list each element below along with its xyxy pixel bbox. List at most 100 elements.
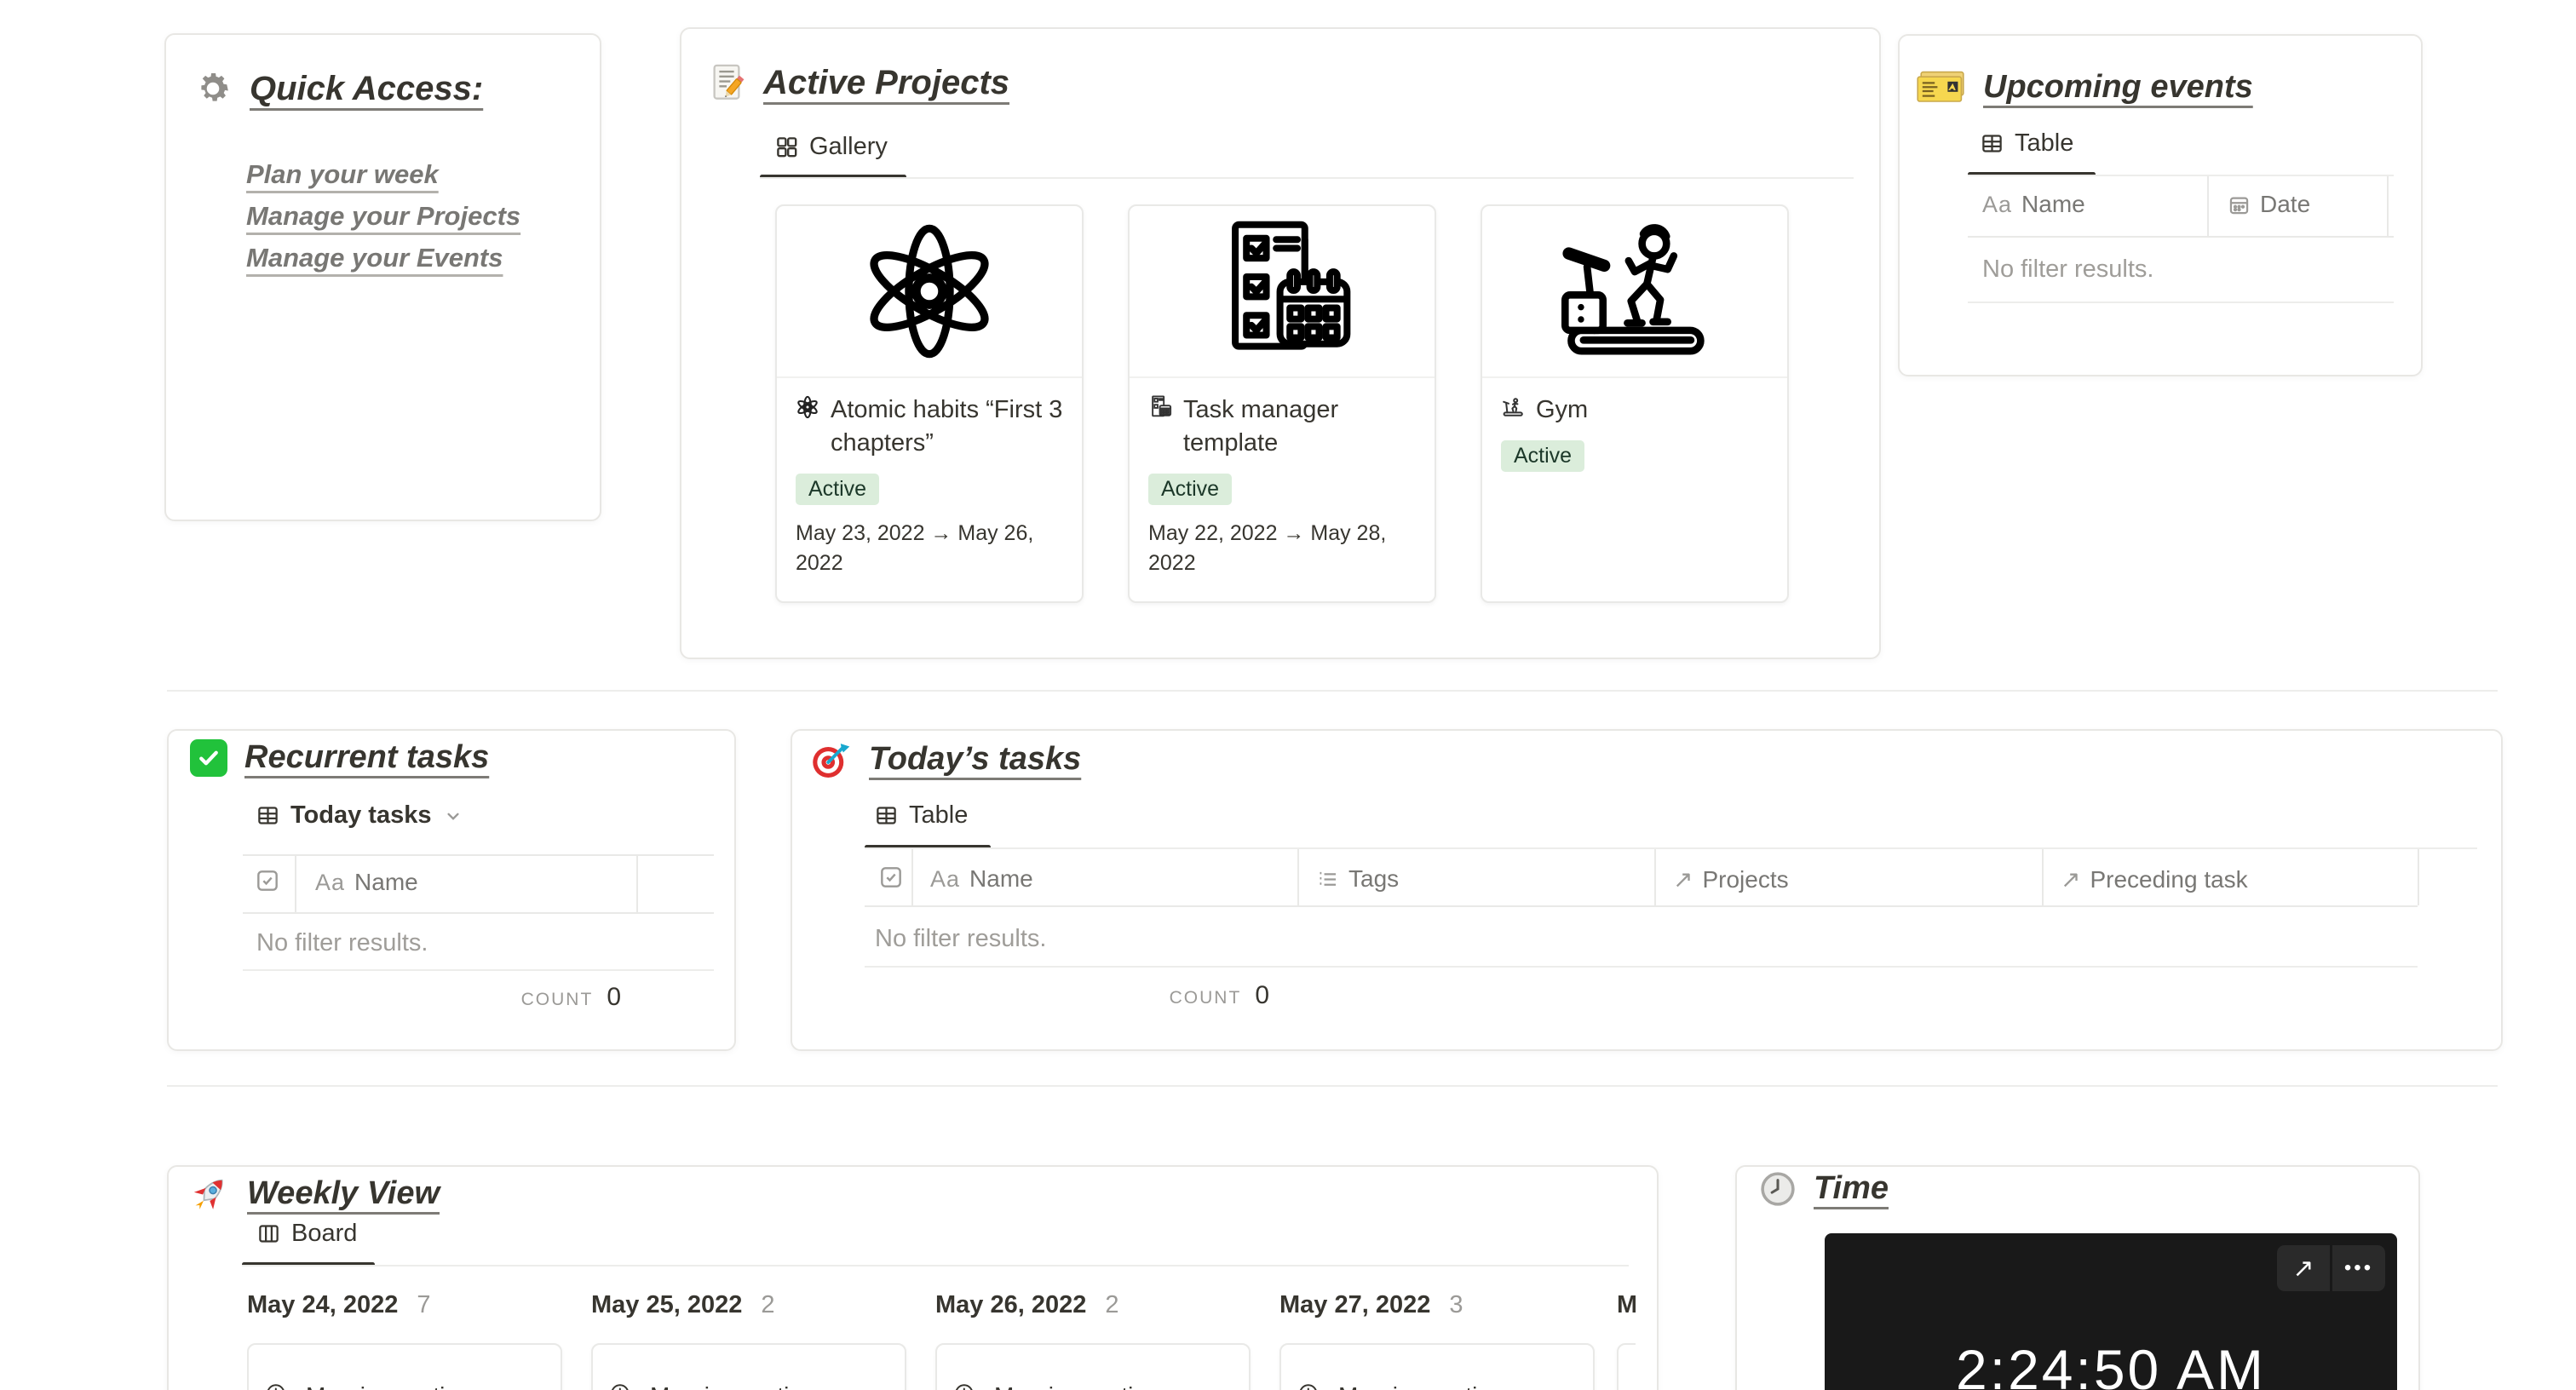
board-column-date[interactable]: May 24, 2022 [247,1291,398,1319]
link-plan-your-week[interactable]: Plan your week [246,159,520,190]
tab-table-upcoming[interactable]: Table [1981,129,2073,158]
board-column-count: 2 [1105,1291,1119,1318]
board-column-count: 2 [761,1291,775,1318]
task-manager-illustration [1231,221,1350,350]
dots-icon: ••• [2343,1256,2374,1279]
morning-routine-icon [264,1381,293,1390]
column-divider [911,849,913,905]
board-card-morning-routine[interactable]: Morning routine [591,1343,906,1390]
column-header-tags[interactable]: Tags [1316,865,1399,893]
todays-tasks-heading: Today’s tasks [811,739,1081,780]
gallery-card-atomic-habits[interactable]: Atomic habits “First 3 chapters” Active … [775,204,1084,603]
rocket-icon [189,1174,230,1215]
status-badge: Active [796,474,880,506]
upcoming-events-title: Upcoming events [1983,69,2253,106]
count-label: COUNT [1169,988,1242,1008]
column-header-date[interactable]: Date [2228,191,2310,218]
checkbox-icon[interactable] [877,864,905,891]
tab-gallery[interactable]: Gallery [775,133,888,161]
header-row-divider [1968,236,2394,238]
card-cover-gym [1482,206,1787,378]
widget-controls: ↗ ••• [2277,1245,2385,1291]
checkbox-icon[interactable] [254,867,281,894]
gallery-card-task-manager[interactable]: Task manager template Active May 22, 202… [1128,204,1436,603]
target-icon [811,739,852,780]
link-manage-your-projects[interactable]: Manage your Projects [246,201,520,232]
column-header-name[interactable]: Aa Name [1982,191,2085,218]
board-column-date[interactable]: May 27, 2022 [1279,1291,1430,1319]
open-in-new-button[interactable]: ↗ [2277,1245,2330,1291]
clock-icon [1759,1170,1797,1208]
text-property-icon: Aa [315,869,346,895]
morning-routine-icon [952,1381,981,1390]
board-card-morning-routine[interactable]: Morning routine [247,1343,562,1390]
board-column-count: 7 [417,1291,431,1318]
board-card-title: Morning routine [650,1382,816,1390]
table-top-border [243,854,714,856]
active-projects-title: Active Projects [763,64,1010,101]
column-name-label: Name [2021,191,2085,217]
board-column-date[interactable]: May 26, 2022 [935,1291,1086,1319]
board-card-morning-routine[interactable]: Morning routine [1279,1343,1595,1390]
tab-table-todays[interactable]: Table [875,801,968,830]
column-header-name[interactable]: Aa Name [930,865,1033,893]
column-divider [2387,176,2389,236]
gym-icon [1501,395,1525,419]
column-header-projects[interactable]: ↗ Projects [1673,865,1789,893]
chevron-down-icon [442,805,464,827]
board-column-count: 3 [1449,1291,1463,1318]
time-title: Time [1814,1170,1889,1207]
link-manage-your-events[interactable]: Manage your Events [246,243,520,273]
column-tags-label: Tags [1348,865,1400,892]
tab-board[interactable]: Board [257,1220,357,1248]
recurrent-tasks-section: Recurrent tasks Today tasks Aa Name No f… [167,729,736,1051]
open-arrow-icon: ↗ [2292,1254,2314,1283]
quick-access-title: Quick Access: [250,70,484,107]
table-icon [256,804,279,827]
tab-table-label: Table [909,801,969,829]
tab-gallery-label: Gallery [809,133,888,160]
board-column-date[interactable]: May 25, 2022 [591,1291,742,1319]
page-divider [167,690,2498,692]
card-title: Gym [1536,396,1589,423]
board-column-date[interactable]: May 28, 2022 [1617,1291,1636,1319]
text-property-icon: Aa [1982,191,2013,217]
multi-select-icon [1316,868,1339,891]
quick-access-links: Plan your week Manage your Projects Mana… [246,159,520,284]
calendar-icon [2228,193,2251,216]
atom-icon [796,395,819,419]
quick-access-section: Quick Access: Plan your week Manage your… [164,33,601,521]
header-row-divider [243,912,714,914]
board-card-morning-routine[interactable] [1617,1343,1636,1390]
card-cover-task-manager [1130,206,1435,378]
weekly-view-title: Weekly View [247,1175,440,1212]
todays-tasks-title: Today’s tasks [869,741,1082,778]
task-manager-icon [1148,395,1172,419]
board-columns: May 24, 2022 7 Morning routine May 25, 20… [247,1291,1636,1390]
gallery-card-gym[interactable]: Gym Active [1481,204,1789,603]
more-options-button[interactable]: ••• [2332,1245,2385,1291]
board-card-morning-routine[interactable]: Morning routine [935,1343,1251,1390]
check-mark-icon [190,739,227,777]
empty-state-text: No filter results. [1982,256,2154,283]
time-heading: Time [1759,1170,1889,1208]
view-selector-label: Today tasks [290,801,432,829]
card-dates: May 23, 2022 → May 26, 2022 [796,521,1034,576]
header-row-divider [865,905,2418,907]
count-label: COUNT [520,990,594,1009]
table-bottom-divider [243,969,714,971]
tab-divider [242,1265,1629,1267]
column-header-preceding-task[interactable]: ↗ Preceding task [2061,865,2248,893]
board-column-may-25: May 25, 2022 2 Morning routine [591,1291,906,1390]
memo-icon [707,63,746,102]
view-selector-today-tasks[interactable]: Today tasks [256,801,464,830]
board-column-may-24: May 24, 2022 7 Morning routine [247,1291,562,1390]
column-divider [295,854,296,912]
table-icon [1981,132,2004,155]
column-header-name[interactable]: Aa Name [315,869,418,896]
treadmill-illustration [1561,224,1705,355]
tab-divider [865,847,2477,849]
active-projects-heading: Active Projects [707,63,1009,102]
clock-embed-widget: ↗ ••• 2:24:50 AM [1825,1233,2397,1390]
relation-arrow-icon: ↗ [1673,866,1693,893]
